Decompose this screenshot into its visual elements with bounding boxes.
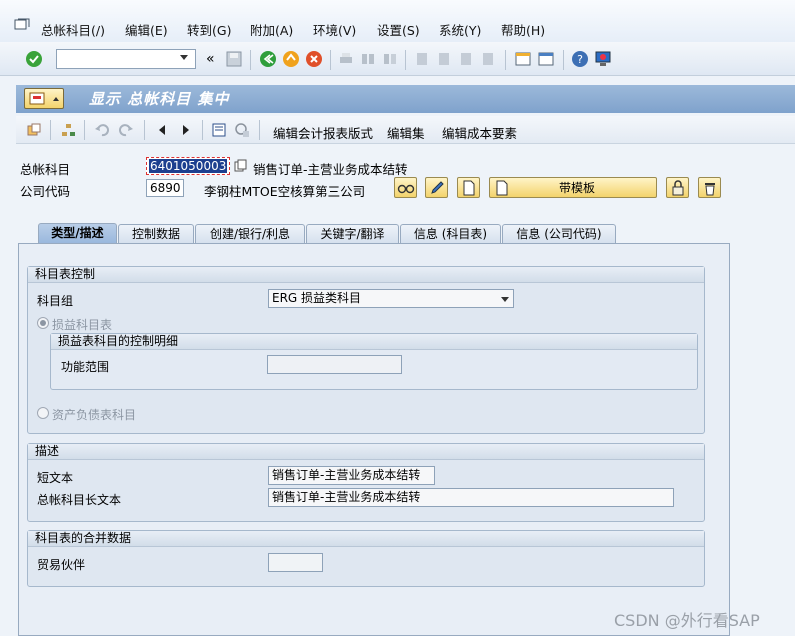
copy-icon[interactable]	[234, 159, 248, 173]
enter-check-icon[interactable]	[24, 49, 44, 69]
where-used-icon[interactable]	[209, 120, 229, 140]
system-toolbar: « ?	[0, 42, 795, 76]
group-description-title: 描述	[28, 444, 704, 460]
trading-partner-label: 贸易伙伴	[37, 558, 86, 572]
trash-icon	[704, 182, 715, 195]
undo-icon[interactable]	[92, 120, 112, 140]
watermark: CSDN @外行看SAP	[614, 611, 760, 630]
gl-account-field[interactable]: 6401050003	[146, 157, 230, 175]
lock-button[interactable]	[666, 177, 689, 198]
edit-cost-element-button[interactable]: 编辑成本要素	[442, 123, 517, 142]
account-group-value: ERG 损益类科目	[272, 291, 362, 305]
company-code-description: 李钢柱MTOE空核算第三公司	[204, 184, 366, 199]
edit-fs-version-button[interactable]: 编辑会计报表版式	[273, 123, 373, 142]
redo-icon[interactable]	[116, 120, 136, 140]
group-coa-control-title: 科目表控制	[28, 267, 704, 283]
edit-set-button[interactable]: 编辑集	[387, 123, 425, 142]
group-coa-control: 科目表控制 科目组 ERG 损益类科目 损益科目表 损益表科目的控制明细 功能范…	[27, 266, 705, 434]
last-page-icon[interactable]	[478, 49, 498, 69]
long-text-label: 总帐科目长文本	[37, 493, 122, 507]
create-session-icon[interactable]	[513, 49, 533, 69]
company-code-label: 公司代码	[20, 184, 71, 199]
gl-account-value: 6401050003	[149, 159, 228, 173]
functional-area-field[interactable]	[267, 355, 402, 374]
sap-menu-icon[interactable]	[14, 18, 30, 32]
menu-goto[interactable]: 转到(G)	[187, 20, 231, 39]
glasses-display-button[interactable]	[394, 177, 417, 198]
previous-entry-icon[interactable]	[152, 120, 172, 140]
short-text-label: 短文本	[37, 471, 74, 485]
trading-partner-field[interactable]	[268, 553, 323, 572]
menu-bar: 总帐科目(/) 编辑(E) 转到(G) 附加(A) 环境(V) 设置(S) 系统…	[0, 0, 795, 42]
command-dropdown-icon[interactable]	[180, 55, 188, 60]
next-page-icon[interactable]	[456, 49, 476, 69]
tab-type-description[interactable]: 类型/描述	[38, 223, 117, 243]
group-description: 描述 短文本 销售订单-主营业务成本结转 总帐科目长文本 销售订单-主营业务成本…	[27, 443, 705, 522]
with-template-label: 带模板	[559, 181, 596, 195]
account-group-chevron-icon[interactable]	[501, 297, 509, 302]
menu-environment[interactable]: 环境(V)	[313, 20, 356, 39]
previous-page-icon[interactable]	[434, 49, 454, 69]
gl-account-label: 总帐科目	[20, 162, 71, 177]
tab-info-company-code[interactable]: 信息 (公司代码)	[502, 224, 616, 243]
find-icon[interactable]	[358, 49, 378, 69]
delete-button[interactable]	[698, 177, 721, 198]
command-field[interactable]	[56, 49, 196, 69]
lock-icon	[672, 179, 683, 195]
create-button[interactable]	[457, 177, 480, 198]
new-document-icon	[463, 180, 474, 195]
tab-create-bank-interest[interactable]: 创建/银行/利息	[195, 224, 305, 243]
group-pl-control-detail: 损益表科目的控制明细 功能范围	[50, 333, 698, 390]
pl-account-label: 损益科目表	[52, 318, 113, 332]
screen-title-bar: 显示 总帐科目 集中	[16, 85, 795, 113]
gl-account-description: 销售订单-主营业务成本结转	[253, 162, 408, 177]
group-consolidation: 科目表的合并数据 贸易伙伴	[27, 530, 705, 587]
exit-icon[interactable]	[281, 49, 301, 69]
application-toolbar: 编辑会计报表版式 编辑集 编辑成本要素	[16, 116, 795, 144]
bs-account-label: 资产负债表科目	[52, 408, 137, 422]
bs-account-radio[interactable]	[37, 407, 49, 419]
account-group-dropdown[interactable]: ERG 损益类科目	[268, 289, 514, 308]
menu-settings[interactable]: 设置(S)	[377, 20, 420, 39]
screen-menu-button[interactable]	[24, 88, 64, 109]
template-document-icon	[496, 180, 508, 195]
hierarchy-icon[interactable]	[58, 120, 78, 140]
menu-help[interactable]: 帮助(H)	[501, 20, 545, 39]
pencil-icon	[430, 180, 444, 194]
first-page-icon[interactable]	[412, 49, 432, 69]
shortcut-icon[interactable]	[536, 49, 556, 69]
svg-text:?: ?	[577, 53, 583, 66]
company-code-field[interactable]: 6890	[146, 179, 184, 197]
display-object-icon[interactable]	[232, 120, 252, 140]
group-consolidation-title: 科目表的合并数据	[28, 531, 704, 547]
pl-account-radio[interactable]	[37, 317, 49, 329]
tab-panel: 科目表控制 科目组 ERG 损益类科目 损益科目表 损益表科目的控制明细 功能范…	[18, 243, 730, 636]
functional-area-label: 功能范围	[61, 360, 110, 374]
menu-gl-account[interactable]: 总帐科目(/)	[41, 20, 105, 39]
edit-pencil-button[interactable]	[425, 177, 448, 198]
cancel-icon[interactable]	[304, 49, 324, 69]
group-pl-control-detail-title: 损益表科目的控制明细	[51, 334, 697, 350]
customize-layout-icon[interactable]	[593, 49, 613, 69]
tab-info-chart-of-accounts[interactable]: 信息 (科目表)	[400, 224, 501, 243]
account-group-label: 科目组	[37, 294, 74, 308]
tab-key-word-translation[interactable]: 关键字/翻译	[306, 224, 399, 243]
next-entry-icon[interactable]	[176, 120, 196, 140]
screen-title: 显示 总帐科目 集中	[89, 90, 230, 108]
short-text-field[interactable]: 销售订单-主营业务成本结转	[268, 466, 435, 485]
menu-extras[interactable]: 附加(A)	[250, 20, 293, 39]
find-next-icon[interactable]	[380, 49, 400, 69]
save-icon[interactable]	[224, 49, 244, 69]
other-object-icon[interactable]	[24, 120, 44, 140]
back-icon[interactable]	[258, 49, 278, 69]
long-text-field[interactable]: 销售订单-主营业务成本结转	[268, 488, 674, 507]
menu-edit[interactable]: 编辑(E)	[125, 20, 168, 39]
menu-system[interactable]: 系统(Y)	[439, 20, 481, 39]
tab-control-data[interactable]: 控制数据	[118, 224, 194, 243]
glasses-icon	[397, 184, 414, 193]
print-icon[interactable]	[336, 49, 356, 69]
help-icon[interactable]: ?	[570, 49, 590, 69]
with-template-button[interactable]: 带模板	[489, 177, 657, 198]
command-history-toggle[interactable]: «	[206, 51, 215, 67]
